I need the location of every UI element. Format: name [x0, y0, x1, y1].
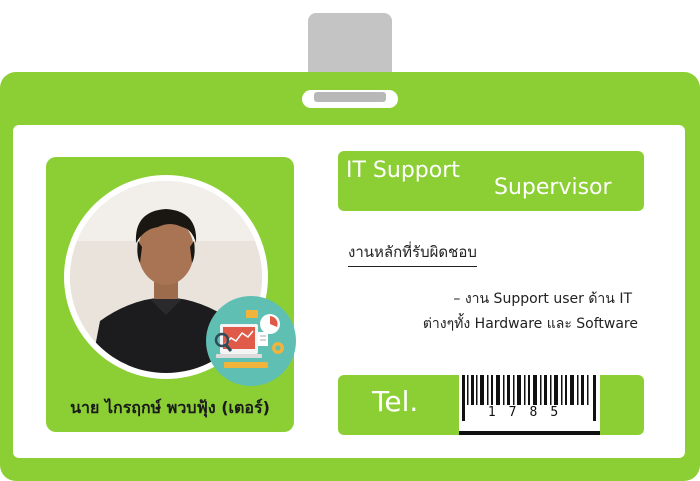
job-title-line1: IT Support — [346, 158, 460, 183]
tel-number: 1785 — [487, 405, 572, 420]
barcode-icon: 1785 — [459, 375, 600, 435]
responsibility-line-1: – งาน Support user ด้าน IT — [453, 291, 632, 307]
id-card-clip-icon — [314, 92, 386, 102]
it-support-icon — [206, 296, 296, 386]
employee-name: นาย ไกรฤกษ์ พวบฟุ้ง (เตอร์) — [70, 398, 270, 417]
responsibility-line-2: ต่างๆทั้ง Hardware และ Software — [422, 316, 638, 332]
responsibility-heading: งานหลักที่รับผิดชอบ — [348, 240, 477, 267]
job-title-line2: Supervisor — [494, 175, 612, 200]
tel-label: Tel. — [372, 385, 419, 418]
